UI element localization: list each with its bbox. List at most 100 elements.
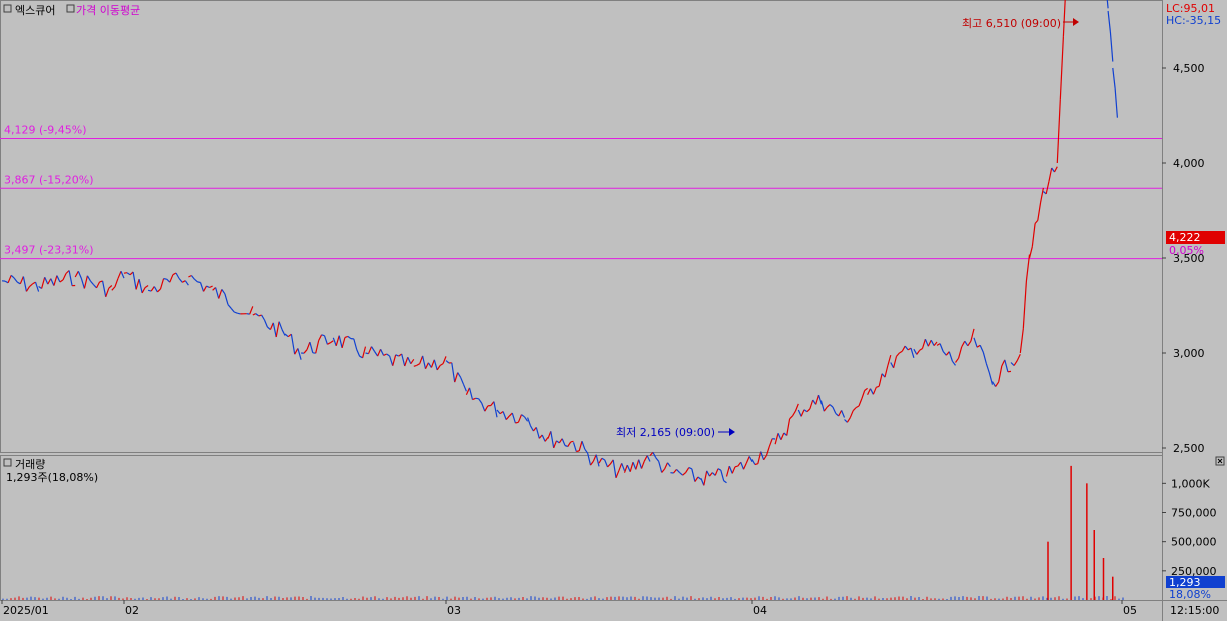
price-segment	[855, 405, 860, 409]
price-segment	[846, 417, 851, 423]
price-segment	[306, 341, 311, 350]
price-segment	[803, 409, 808, 413]
price-segment	[626, 464, 631, 472]
price-segment	[916, 349, 921, 355]
high-arrow-icon	[1073, 18, 1079, 26]
price-segment	[661, 468, 666, 473]
price-segment	[28, 283, 33, 288]
price-segment	[19, 276, 24, 285]
price-segment	[893, 356, 898, 368]
price-segment	[25, 286, 30, 292]
price-segment	[709, 472, 713, 477]
price-segment	[904, 345, 909, 351]
chart-canvas[interactable]: 엑스큐어 가격 이동평균 LC:95,01 HC:-35,15 6,0005,5…	[0, 0, 1227, 621]
low-arrow-icon	[729, 428, 735, 436]
price-segment	[817, 394, 822, 405]
price-segment	[515, 421, 519, 424]
price-segment	[93, 284, 97, 289]
price-segment	[188, 274, 192, 278]
price-segment	[218, 289, 223, 299]
volume-panel-checkbox[interactable]	[3, 458, 12, 467]
price-segment	[535, 427, 540, 439]
price-segment	[643, 455, 648, 462]
price-segment	[1031, 223, 1036, 247]
volume-panel-frame	[0, 455, 1163, 601]
price-segment	[958, 346, 963, 359]
price-segment	[184, 280, 189, 286]
price-segment	[284, 333, 289, 338]
price-segment	[786, 418, 791, 436]
price-segment	[838, 410, 843, 417]
price-segment	[206, 285, 210, 289]
price-segment	[353, 338, 358, 350]
price-segment	[465, 387, 471, 396]
price-segment	[725, 465, 730, 477]
price-segment	[389, 355, 394, 366]
price-segment	[913, 348, 918, 355]
price-segment	[919, 347, 923, 351]
price-segment	[41, 277, 46, 289]
price-segment	[83, 275, 88, 289]
price-segment	[812, 399, 817, 405]
price-panel-checkbox[interactable]	[3, 4, 12, 13]
price-segment	[395, 354, 399, 357]
price-segment	[1106, 0, 1109, 9]
price-segment	[138, 279, 143, 294]
price-segment	[427, 362, 432, 368]
price-segment	[419, 355, 424, 364]
price-segment	[462, 384, 467, 392]
price-segment	[567, 441, 572, 447]
price-segment	[864, 387, 868, 391]
price-segment	[454, 372, 459, 383]
price-segment	[700, 478, 705, 486]
price-segment	[688, 467, 693, 470]
price-segment	[62, 273, 67, 281]
price-segment	[374, 351, 379, 357]
price-segment	[581, 441, 586, 450]
price-segment	[53, 275, 58, 286]
price-segment	[682, 472, 687, 476]
price-segment	[1051, 167, 1055, 173]
price-segment	[377, 349, 382, 357]
price-segment	[10, 274, 15, 279]
price-segment	[278, 321, 283, 330]
price-segment	[367, 346, 373, 354]
price-segment	[638, 459, 643, 469]
price-segment	[896, 352, 900, 357]
price-segment	[1010, 362, 1015, 367]
price-segment	[141, 287, 146, 294]
price-ytick-label: 2,500	[1173, 442, 1205, 455]
price-segment	[1001, 359, 1006, 367]
price-segment	[120, 270, 125, 279]
price-segment	[751, 459, 756, 465]
price-segment	[706, 470, 711, 477]
price-segment	[1019, 328, 1024, 354]
price-segment	[1016, 354, 1021, 361]
price-segment	[664, 462, 669, 470]
price-segment	[436, 365, 441, 371]
price-ytick-label: 3,000	[1173, 347, 1205, 360]
hc-label: HC:-35,15	[1166, 14, 1221, 27]
price-segment	[221, 289, 226, 295]
price-segment	[1053, 166, 1058, 173]
price-segment	[768, 438, 773, 447]
price-segment	[178, 278, 183, 283]
price-segment	[951, 360, 956, 366]
price-segment	[635, 459, 640, 470]
price-segment	[823, 406, 828, 412]
volume-ytick-label: 1,000K	[1171, 477, 1210, 490]
price-segment	[422, 355, 427, 369]
price-segment	[988, 372, 994, 385]
price-segment	[521, 414, 525, 418]
price-segment	[484, 405, 489, 412]
indicator-checkbox[interactable]	[66, 4, 75, 13]
price-segment	[86, 275, 92, 282]
price-segment	[144, 285, 149, 289]
price-segment	[667, 462, 671, 467]
price-segment	[714, 468, 719, 476]
price-segment	[330, 340, 334, 344]
price-segment	[742, 462, 747, 470]
price-segment	[703, 470, 708, 486]
price-segment	[995, 381, 1000, 387]
current-price-label: 4,222	[1169, 231, 1201, 244]
